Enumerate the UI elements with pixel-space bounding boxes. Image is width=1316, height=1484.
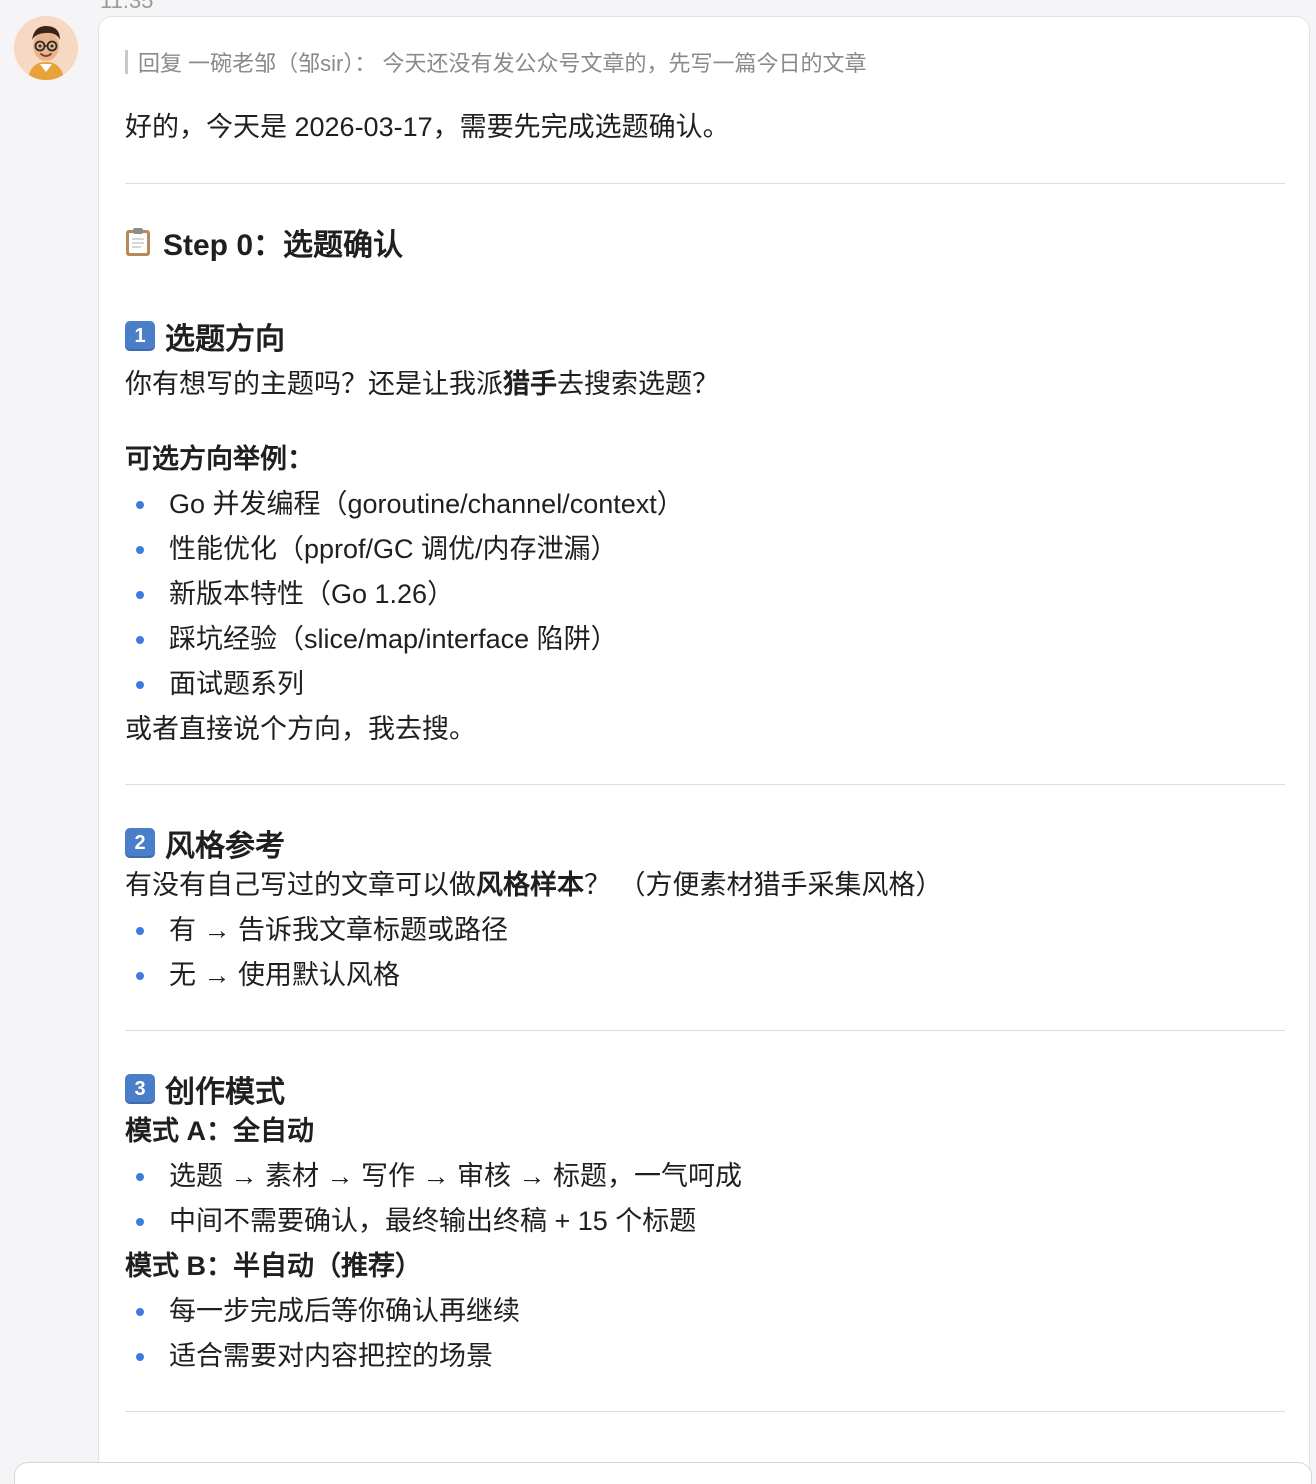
- keycap-2-icon: 2: [125, 828, 155, 858]
- keycap-1-icon: 1: [125, 321, 155, 351]
- list-item: 每一步完成后等你确认再继续: [125, 1289, 1285, 1334]
- examples-list: Go 并发编程（goroutine/channel/context） 性能优化（…: [125, 482, 1285, 707]
- bullet-dot: [136, 927, 144, 935]
- examples-label: 可选方向举例：: [125, 444, 314, 474]
- section-3-heading: 3 创作模式: [125, 1069, 1285, 1109]
- list-item-text: 面试题系列: [169, 669, 304, 699]
- cartoon-avatar-icon[interactable]: [14, 16, 78, 80]
- clipboard-icon: [125, 227, 151, 257]
- keycap-3-icon: 3: [125, 1074, 155, 1104]
- message-bubble: 回复 一碗老邹（邹sir）： 今天还没有发公众号文章的，先写一篇今日的文章 好的…: [98, 16, 1310, 1484]
- message-timestamp: 11:35: [100, 0, 154, 13]
- question-bold-text: 猎手: [503, 369, 557, 399]
- list-item: 适合需要对内容把控的场景: [125, 1334, 1285, 1379]
- list-item: 中间不需要确认，最终输出终稿 + 15 个标题: [125, 1199, 1285, 1244]
- reply-quote-text: 回复 一碗老邹（邹sir）： 今天还没有发公众号文章的，先写一篇今日的文章: [138, 51, 867, 76]
- list-item-text: 新版本特性（Go 1.26）: [169, 579, 455, 609]
- style-options-list: 有 → 告诉我文章标题或路径 无 → 使用默认风格: [125, 908, 1285, 998]
- question-text: 你有想写的主题吗？还是让我派: [125, 369, 503, 399]
- divider: [125, 1411, 1285, 1412]
- question-bold-text: 风格样本: [476, 870, 584, 900]
- reply-quote[interactable]: 回复 一碗老邹（邹sir）： 今天还没有发公众号文章的，先写一篇今日的文章: [125, 47, 1285, 77]
- bullet-dot: [136, 972, 144, 980]
- bullet-dot: [136, 636, 144, 644]
- section-2-title: 风格参考: [165, 830, 285, 863]
- list-item-text: 适合需要对内容把控的场景: [169, 1341, 493, 1371]
- bullet-dot: [136, 546, 144, 554]
- mode-b-label: 模式 B：半自动（推荐）: [125, 1251, 422, 1281]
- question-text-end: ？ （方便素材猎手采集风格）: [584, 870, 943, 900]
- list-item-text: Go 并发编程（goroutine/channel/context）: [169, 489, 684, 519]
- list-item-text: 性能优化（pprof/GC 调优/内存泄漏）: [169, 534, 618, 564]
- list-item-text: 选题 → 素材 → 写作 → 审核 → 标题，一气呵成: [169, 1161, 743, 1191]
- list-item-text: 踩坑经验（slice/map/interface 陷阱）: [169, 624, 618, 654]
- section-3-title: 创作模式: [165, 1076, 285, 1109]
- section-1-heading: 1 选题方向: [125, 316, 1285, 356]
- list-item-text: 无 → 使用默认风格: [169, 960, 401, 990]
- mode-a-list: 选题 → 素材 → 写作 → 审核 → 标题，一气呵成 中间不需要确认，最终输出…: [125, 1154, 1285, 1244]
- mode-a-label: 模式 A：全自动: [125, 1116, 314, 1146]
- section-2-heading: 2 风格参考: [125, 823, 1285, 863]
- bullet-dot: [136, 1308, 144, 1316]
- list-item-text: 中间不需要确认，最终输出终稿 + 15 个标题: [169, 1206, 697, 1236]
- list-item: 新版本特性（Go 1.26）: [125, 572, 1285, 617]
- bullet-dot: [136, 1218, 144, 1226]
- bullet-dot: [136, 591, 144, 599]
- divider: [125, 183, 1285, 184]
- question-text: 有没有自己写过的文章可以做: [125, 870, 476, 900]
- question-text-end: 去搜索选题？: [557, 369, 719, 399]
- chat-page: 11:35 回复 一碗老邹（邹sir）： 今天还没有发公众号文章的，先写一篇今日…: [0, 0, 1316, 1484]
- list-item: 有 → 告诉我文章标题或路径: [125, 908, 1285, 953]
- list-item: 无 → 使用默认风格: [125, 953, 1285, 998]
- divider: [125, 784, 1285, 785]
- divider: [125, 1030, 1285, 1031]
- section-1-title: 选题方向: [165, 323, 285, 356]
- step-title-text: Step 0：选题确认: [163, 229, 404, 262]
- list-item: 选题 → 素材 → 写作 → 审核 → 标题，一气呵成: [125, 1154, 1285, 1199]
- list-item: 踩坑经验（slice/map/interface 陷阱）: [125, 617, 1285, 662]
- list-item: 性能优化（pprof/GC 调优/内存泄漏）: [125, 527, 1285, 572]
- message-input[interactable]: [14, 1462, 1312, 1484]
- list-item-text: 有 → 告诉我文章标题或路径: [169, 915, 509, 945]
- list-item: 面试题系列: [125, 662, 1285, 707]
- bullet-dot: [136, 501, 144, 509]
- list-item-text: 每一步完成后等你确认再继续: [169, 1296, 520, 1326]
- step-title: Step 0：选题确认: [125, 222, 1285, 262]
- section-1-question: 你有想写的主题吗？还是让我派猎手去搜索选题？: [125, 362, 1285, 407]
- section-2-question: 有没有自己写过的文章可以做风格样本？ （方便素材猎手采集风格）: [125, 863, 1285, 908]
- bullet-dot: [136, 681, 144, 689]
- section-1-footer: 或者直接说个方向，我去搜。: [125, 714, 476, 744]
- intro-text: 好的，今天是 2026-03-17，需要先完成选题确认。: [125, 112, 730, 142]
- bullet-dot: [136, 1353, 144, 1361]
- list-item: Go 并发编程（goroutine/channel/context）: [125, 482, 1285, 527]
- quote-bar: [125, 50, 128, 74]
- mode-b-list: 每一步完成后等你确认再继续 适合需要对内容把控的场景: [125, 1289, 1285, 1379]
- bullet-dot: [136, 1173, 144, 1181]
